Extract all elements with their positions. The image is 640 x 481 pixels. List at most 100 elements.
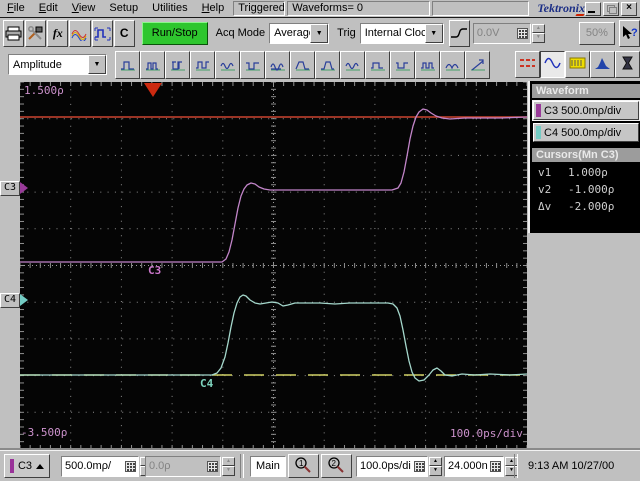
menu-edit[interactable]: Edit [32, 1, 65, 16]
channel-select-button[interactable]: C3 [4, 454, 50, 478]
histogram-icon [594, 56, 611, 73]
measurement-toggle-button[interactable] [565, 51, 590, 78]
spin-down-icon[interactable]: ▼ [531, 33, 545, 43]
chevron-down-icon[interactable]: ▼ [424, 23, 443, 43]
horizontal-scale-spinner[interactable]: ▲ ▼ [429, 456, 442, 476]
meas-button-settle-curve[interactable] [290, 50, 315, 79]
meas-button-burst-wave[interactable] [340, 50, 365, 79]
vertical-scale-input[interactable]: 500.0mρ/ [61, 455, 139, 477]
math-button[interactable]: fx [47, 19, 69, 47]
trig-level-field: 0.0V ▲ ▼ [472, 22, 545, 44]
spin-down-icon[interactable]: ▼ [222, 466, 235, 476]
c4-channel-marker[interactable]: C4 [0, 292, 28, 308]
acq-mode-select[interactable]: Average ▼ [269, 22, 330, 44]
chevron-down-icon[interactable]: ▼ [310, 23, 329, 43]
scope-display [19, 81, 528, 450]
acq-mode-label: Acq Mode [215, 27, 266, 39]
cursor-readout-v2: v2 -1.000ρ [530, 181, 640, 198]
readout-name: Δv [538, 200, 552, 213]
meas-button-pos-pulse[interactable] [115, 50, 140, 79]
run-stop-button[interactable]: Run/Stop [141, 21, 208, 45]
menu-help[interactable]: Help [195, 1, 232, 16]
menu-setup[interactable]: Setup [102, 1, 145, 16]
set-to-50-button[interactable]: 50% [578, 21, 615, 45]
waveform-button-C3[interactable]: C3 500.0mρ/div [532, 100, 640, 121]
clear-icon: C [119, 26, 129, 40]
waveform-toggle-button[interactable] [540, 51, 565, 78]
meas-button-slope-gain[interactable] [465, 50, 490, 79]
keypad-icon[interactable] [125, 460, 136, 472]
zoom-view-1-button[interactable]: 1 [287, 454, 319, 478]
mask-toggle-button[interactable] [615, 51, 640, 78]
meas-button-double-wave[interactable] [265, 50, 290, 79]
meas-button-square-wave[interactable] [190, 50, 215, 79]
waveform-icon [544, 56, 561, 73]
waveform-database-button[interactable] [69, 19, 91, 47]
amplitude-wave-icon [219, 62, 235, 70]
spin-up-icon[interactable]: ▲ [429, 456, 442, 466]
vertical-offset-input[interactable]: 0.0ρ [145, 455, 221, 477]
minimize-button[interactable] [585, 1, 601, 16]
meas-button-overshoot-wave[interactable] [315, 50, 340, 79]
trig-slope-button[interactable] [448, 19, 470, 47]
meas-button-amplitude-wave[interactable] [215, 50, 240, 79]
timebase-view-indicator[interactable]: Main [250, 455, 286, 477]
horizontal-scale-value: 100.0ps/di [360, 460, 411, 472]
keypad-icon[interactable] [414, 460, 425, 472]
print-button[interactable] [3, 19, 25, 47]
measure-category-select[interactable]: Amplitude ▼ [8, 54, 107, 75]
trig-source-value: Internal Clock [364, 27, 425, 39]
menu-utilities[interactable]: Utilities [145, 1, 194, 16]
meas-button-gated-pulse[interactable] [165, 50, 190, 79]
keypad-icon[interactable] [516, 27, 528, 39]
clear-button[interactable]: C [113, 19, 135, 47]
spin-up-icon[interactable]: ▲ [222, 456, 235, 466]
autoset-button[interactable] [91, 19, 113, 47]
horizontal-scale-input[interactable]: 100.0ps/di [356, 455, 428, 477]
readout-panel: Waveform C3 500.0mρ/div C4 500.0mρ/div Cu… [528, 81, 640, 233]
zoom-view-2-button[interactable]: 2 [320, 454, 352, 478]
meas-button-period-wave[interactable] [415, 50, 440, 79]
waveform-button-C4[interactable]: C4 500.0mρ/div [533, 123, 639, 142]
meas-button-train-pulse[interactable] [240, 50, 265, 79]
close-button[interactable]: × [621, 1, 637, 16]
meas-button-pos-duty[interactable] [365, 50, 390, 79]
help-pointer-icon: ? [620, 25, 638, 41]
measurement-icon [569, 56, 586, 73]
minimize-icon [588, 10, 595, 13]
cursor-readout-v1: v1 1.000ρ [530, 164, 640, 181]
cursors-panel-header: Cursors(Mn C3) [532, 148, 640, 162]
pos-duty-icon [370, 61, 385, 70]
graticule[interactable] [19, 81, 528, 450]
horizontal-position-input[interactable]: 24.000n [444, 455, 504, 477]
context-help-button[interactable]: ? [618, 19, 640, 47]
horizontal-position-value: 24.000n [448, 460, 488, 472]
tools-button[interactable] [25, 19, 47, 47]
menu-file[interactable]: File [0, 1, 32, 16]
vertical-offset-spinner[interactable]: ▲ ▼ [222, 456, 235, 476]
cursors-toggle-button[interactable] [515, 51, 540, 78]
trig-level-value: 0.0V [476, 27, 500, 39]
trig-level-input[interactable]: 0.0V [472, 22, 531, 44]
chevron-down-icon[interactable]: ▼ [88, 55, 106, 74]
meas-button-cycle-wave[interactable] [440, 50, 465, 79]
vertical-top-label: 1.500ρ [24, 84, 64, 97]
cursors-icon [519, 56, 536, 73]
restore-button[interactable] [603, 1, 619, 16]
spin-up-icon[interactable]: ▲ [531, 23, 545, 33]
c3-channel-marker[interactable]: C3 [0, 180, 28, 196]
cycle-wave-icon [444, 63, 460, 70]
spin-down-icon[interactable]: ▼ [429, 466, 442, 476]
measurement-buttons [115, 50, 490, 79]
svg-text:?: ? [631, 27, 638, 39]
meas-button-multi-pulse[interactable] [140, 50, 165, 79]
readout-value: 1.000ρ [568, 166, 608, 179]
trig-level-spinner[interactable]: ▲ ▼ [531, 23, 545, 43]
keypad-icon[interactable] [490, 460, 501, 472]
meas-button-neg-duty[interactable] [390, 50, 415, 79]
histogram-toggle-button[interactable] [590, 51, 615, 78]
trigger-marker-icon[interactable] [144, 83, 162, 97]
menu-view[interactable]: View [65, 1, 103, 16]
trig-source-select[interactable]: Internal Clock ▼ [359, 22, 444, 44]
magnifier-1-icon: 1 [293, 456, 313, 476]
